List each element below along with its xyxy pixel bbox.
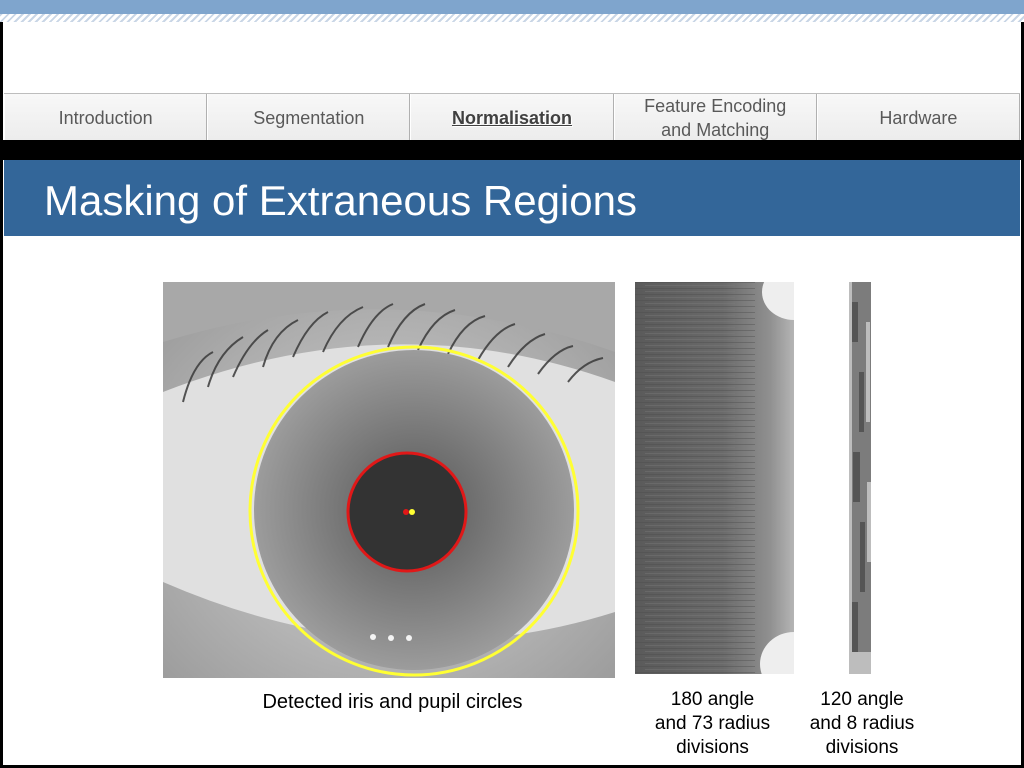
- top-band: [0, 0, 1024, 14]
- tab-segmentation[interactable]: Segmentation: [207, 94, 411, 141]
- tab-hardware[interactable]: Hardware: [816, 94, 1021, 141]
- tab-feature-encoding[interactable]: Feature Encoding and Matching: [613, 94, 817, 141]
- eye-caption: Detected iris and pupil circles: [262, 691, 523, 713]
- black-divider: [0, 140, 1024, 160]
- tab-normalisation[interactable]: Normalisation: [410, 94, 614, 141]
- strip-large-caption: 180 angle and 73 radius divisions: [654, 689, 771, 758]
- normalised-strip-small: [849, 282, 871, 674]
- nav-bar: Introduction Segmentation Normalisation …: [4, 93, 1021, 141]
- slide-title: Masking of Extraneous Regions: [44, 177, 637, 224]
- frame-left: [0, 0, 3, 768]
- normalised-strip-large: [635, 282, 794, 674]
- strip-small-caption: 120 angle and 8 radius divisions: [809, 689, 915, 758]
- tab-introduction[interactable]: Introduction: [4, 94, 208, 141]
- hatch-band: [0, 14, 1024, 22]
- eye-image: [163, 282, 615, 678]
